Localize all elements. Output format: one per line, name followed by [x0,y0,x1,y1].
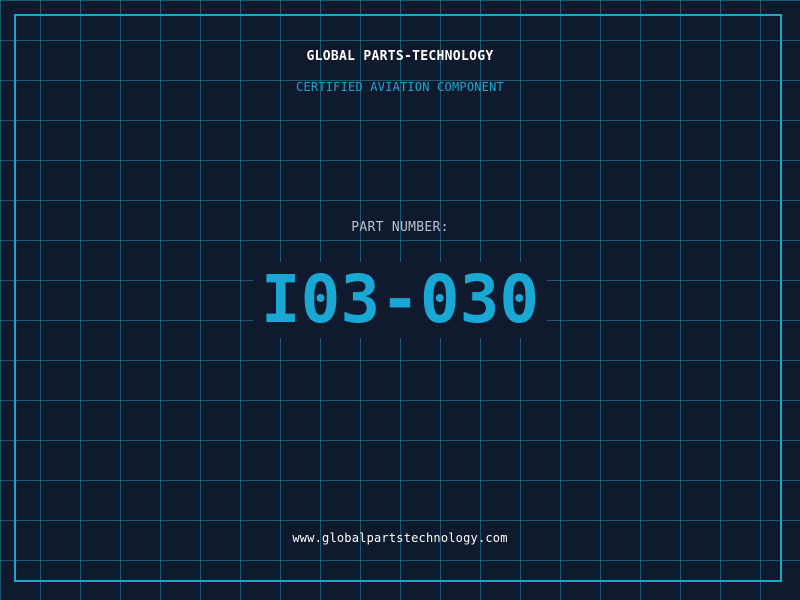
part-number-value: I03-030 [252,262,548,338]
company-name: GLOBAL PARTS-TECHNOLOGY [306,49,494,64]
certification-subtitle: CERTIFIED AVIATION COMPONENT [296,80,504,94]
part-number-label: PART NUMBER: [351,220,449,235]
website-url: www.globalpartstechnology.com [292,531,508,545]
part-number-container: I03-030 [0,262,800,338]
